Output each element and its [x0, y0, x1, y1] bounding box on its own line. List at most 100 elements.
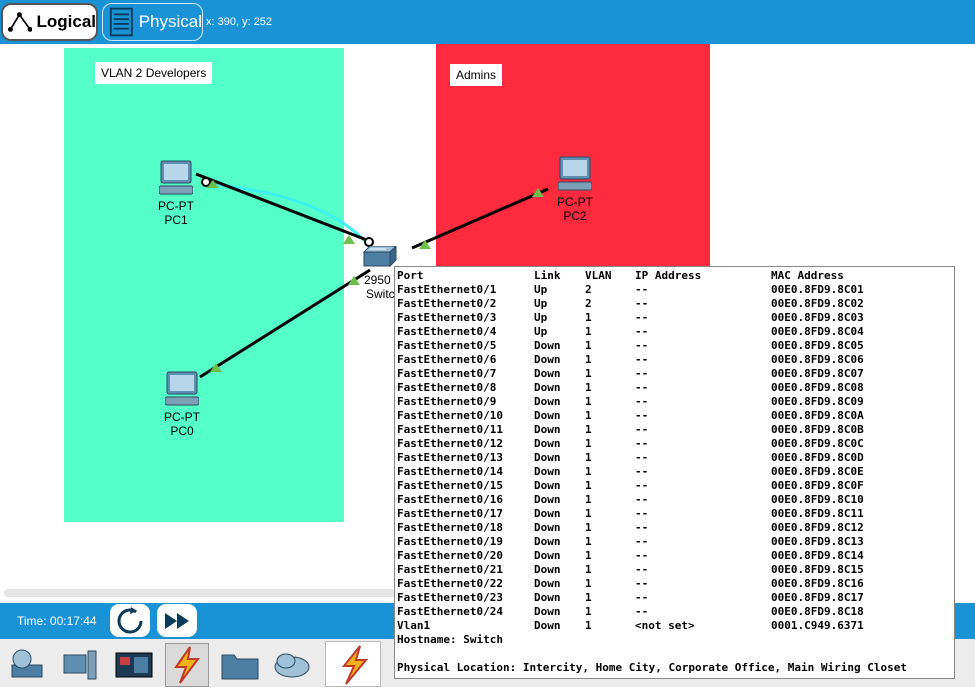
pc1-device[interactable]: PC-PT PC1 [156, 160, 196, 227]
network-devices-category[interactable] [6, 643, 50, 687]
vlan-cell: 1 [585, 591, 592, 604]
ip-address-cell: -- [635, 423, 649, 436]
link-cell: Down [534, 619, 561, 632]
ip-address-cell: -- [635, 535, 649, 548]
mac-address-cell: 0001.C949.6371 [771, 619, 864, 632]
link-cell: Down [534, 437, 561, 450]
ip-address-cell: -- [635, 479, 649, 492]
physical-view-button[interactable]: Physical [102, 3, 203, 41]
vlan-cell: 1 [585, 521, 592, 534]
connections-icon [174, 646, 200, 684]
multiuser-category[interactable] [270, 643, 314, 687]
logical-topology-icon [8, 12, 33, 32]
pc1-name-label: PC1 [164, 213, 188, 227]
mac-address-cell: 00E0.8FD9.8C13 [771, 535, 864, 548]
link-cell: Up [534, 297, 548, 310]
table-row: FastEthernet0/6 Down 1 -- 00E0.8FD9.8C06 [397, 353, 951, 367]
pc2-name-label: PC2 [563, 209, 587, 223]
link-cell: Up [534, 325, 548, 338]
link-cell: Down [534, 451, 561, 464]
table-row: FastEthernet0/9 Down 1 -- 00E0.8FD9.8C09 [397, 395, 951, 409]
hostname-text: Hostname: Switch [397, 633, 503, 646]
vlan-cell: 1 [585, 353, 592, 366]
mac-address-cell: 00E0.8FD9.8C16 [771, 577, 864, 590]
pc0-type-label: PC-PT [164, 410, 200, 424]
link-cell: Down [534, 479, 561, 492]
cursor-coordinates: x: 390, y: 252 [206, 16, 273, 28]
pc2-device[interactable]: PC-PT PC2 [555, 156, 595, 223]
port-cell: FastEthernet0/11 [397, 423, 503, 436]
link-cell: Down [534, 465, 561, 478]
end-devices-category[interactable] [58, 643, 102, 687]
vlan-cell: 1 [585, 605, 592, 618]
power-cycle-button[interactable] [110, 604, 150, 637]
ip-address-cell: -- [635, 367, 649, 380]
connections-category[interactable] [165, 643, 209, 687]
port-cell: FastEthernet0/19 [397, 535, 503, 548]
ip-address-cell: -- [635, 339, 649, 352]
mac-address-cell: 00E0.8FD9.8C08 [771, 381, 864, 394]
pc-icon [164, 371, 200, 406]
ip-address-cell: -- [635, 605, 649, 618]
table-row: FastEthernet0/2 Up 2 -- 00E0.8FD9.8C02 [397, 297, 951, 311]
signal-arc [207, 182, 368, 244]
mac-address-cell: 00E0.8FD9.8C10 [771, 493, 864, 506]
fast-forward-button[interactable] [157, 604, 197, 637]
header-vlan: VLAN [585, 269, 612, 282]
vlan-cell: 1 [585, 423, 592, 436]
ip-address-cell: -- [635, 549, 649, 562]
vlan-cell: 1 [585, 381, 592, 394]
link-cell: Down [534, 423, 561, 436]
mac-address-cell: 00E0.8FD9.8C06 [771, 353, 864, 366]
pc0-name-label: PC0 [170, 424, 194, 438]
mac-address-cell: 00E0.8FD9.8C11 [771, 507, 864, 520]
pc0-device[interactable]: PC-PT PC0 [162, 371, 202, 438]
link-endpoint-pc1 [201, 177, 211, 187]
mac-address-cell: 00E0.8FD9.8C05 [771, 339, 864, 352]
link-pc0-switch [199, 268, 371, 379]
port-cell: FastEthernet0/3 [397, 311, 497, 324]
header-link: Link [534, 269, 561, 282]
link-cell: Down [534, 367, 561, 380]
port-table-body: FastEthernet0/1 Up 2 -- 00E0.8FD9.8C01 FastEt… [397, 283, 951, 633]
table-row: FastEthernet0/16 Down 1 -- 00E0.8FD9.8C10 [397, 493, 951, 507]
switch-icon [362, 244, 398, 268]
mac-address-cell: 00E0.8FD9.8C03 [771, 311, 864, 324]
link-up-marker [343, 235, 355, 244]
components-category[interactable] [112, 643, 156, 687]
connection-auto-item[interactable] [325, 641, 381, 687]
link-cell: Down [534, 339, 561, 352]
multiuser-icon [274, 653, 310, 678]
mac-address-cell: 00E0.8FD9.8C0E [771, 465, 864, 478]
pc-icon [158, 160, 194, 195]
table-row: FastEthernet0/13 Down 1 -- 00E0.8FD9.8C0D [397, 451, 951, 465]
horizontal-scrollbar[interactable] [4, 589, 396, 597]
vlan-cell: 1 [585, 563, 592, 576]
table-row: FastEthernet0/18 Down 1 -- 00E0.8FD9.8C12 [397, 521, 951, 535]
vlan-cell: 1 [585, 465, 592, 478]
ip-address-cell: -- [635, 507, 649, 520]
link-cell: Down [534, 577, 561, 590]
link-cell: Down [534, 535, 561, 548]
vlan-cell: 2 [585, 283, 592, 296]
vlan-cell: 1 [585, 451, 592, 464]
ip-address-cell: -- [635, 577, 649, 590]
mac-address-cell: 00E0.8FD9.8C01 [771, 283, 864, 296]
link-cell: Down [534, 563, 561, 576]
link-cell: Up [534, 283, 548, 296]
link-cell: Down [534, 381, 561, 394]
logical-label: Logical [36, 12, 96, 31]
logical-view-button[interactable]: Logical [1, 3, 98, 41]
mac-address-cell: 00E0.8FD9.8C0D [771, 451, 864, 464]
mac-address-cell: 00E0.8FD9.8C14 [771, 549, 864, 562]
table-row: FastEthernet0/17 Down 1 -- 00E0.8FD9.8C11 [397, 507, 951, 521]
mac-address-cell: 00E0.8FD9.8C04 [771, 325, 864, 338]
miscellaneous-category[interactable] [218, 643, 262, 687]
table-row: FastEthernet0/4 Up 1 -- 00E0.8FD9.8C04 [397, 325, 951, 339]
port-cell: FastEthernet0/8 [397, 381, 497, 394]
header-mac-address: MAC Address [771, 269, 844, 282]
end-devices-icon [63, 650, 97, 680]
link-cell: Down [534, 409, 561, 422]
ip-address-cell: -- [635, 465, 649, 478]
vlan-cell: 2 [585, 297, 592, 310]
